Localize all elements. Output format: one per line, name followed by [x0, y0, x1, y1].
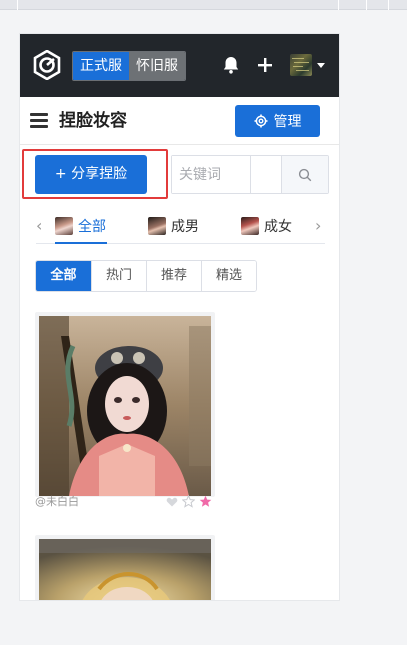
star-outline-icon[interactable]: [182, 495, 195, 508]
chevron-down-icon[interactable]: [316, 60, 326, 70]
top-navbar: 正式服 怀旧服: [20, 34, 339, 97]
chevron-right-icon[interactable]: ›: [315, 216, 321, 235]
category-thumbnail: [148, 217, 166, 235]
tab-label: 成女: [264, 219, 292, 235]
tab-classic-server[interactable]: 怀旧服: [129, 52, 185, 80]
logo-icon[interactable]: [32, 50, 62, 80]
card-actions: [166, 495, 212, 508]
filter-hot[interactable]: 热门: [91, 261, 146, 291]
avatar[interactable]: [290, 54, 312, 76]
face-card-image[interactable]: [39, 316, 211, 496]
tab-official-server[interactable]: 正式服: [73, 52, 129, 80]
gear-icon: [254, 114, 267, 128]
card-author: @未白白: [35, 495, 79, 508]
category-tabs: ‹ 全部 成男 成女 ›: [20, 208, 339, 244]
tab-label: 全部: [78, 219, 106, 235]
face-card-image[interactable]: [39, 539, 211, 601]
share-face-button[interactable]: + 分享捏脸: [35, 155, 147, 194]
tab-label: 成男: [171, 219, 199, 235]
strip-divider: [338, 0, 339, 10]
hamburger-menu-icon[interactable]: [30, 113, 48, 129]
app-panel: 正式服 怀旧服 捏脸妆容 管理 + 分享捏脸 关键词 ‹ 全部 成男 成女 › …: [19, 33, 340, 601]
star-filled-icon[interactable]: [199, 495, 212, 508]
server-switch: 正式服 怀旧服: [72, 51, 186, 81]
search-group: [171, 155, 329, 194]
search-input-spacer[interactable]: [250, 156, 281, 193]
active-tab-indicator: [55, 242, 107, 244]
filter-featured[interactable]: 精选: [201, 261, 256, 291]
manage-button-label: 管理: [273, 114, 302, 130]
tab-category-all[interactable]: 全部: [55, 214, 106, 238]
manage-button[interactable]: 管理: [235, 105, 320, 137]
filter-all[interactable]: 全部: [36, 261, 91, 291]
filter-recommended[interactable]: 推荐: [146, 261, 201, 291]
filter-group: 全部 热门 推荐 精选: [35, 260, 257, 292]
browser-top-strip: [0, 0, 407, 10]
page-title: 捏脸妆容: [59, 111, 127, 131]
strip-divider: [388, 0, 389, 10]
search-icon: [298, 168, 312, 181]
tab-category-female[interactable]: 成女: [241, 214, 292, 238]
strip-divider: [366, 0, 367, 10]
search-button[interactable]: [281, 156, 328, 193]
page-titlebar: 捏脸妆容 管理: [20, 97, 339, 145]
bell-icon[interactable]: [221, 55, 241, 75]
category-thumbnail: [55, 217, 73, 235]
tab-category-male[interactable]: 成男: [148, 214, 199, 238]
chevron-left-icon[interactable]: ‹: [36, 216, 42, 235]
user-menu[interactable]: [290, 54, 326, 76]
face-card[interactable]: [35, 535, 215, 601]
face-card[interactable]: @未白白: [35, 312, 215, 508]
plus-icon[interactable]: [255, 55, 275, 75]
strip-divider: [17, 0, 18, 10]
search-input[interactable]: [172, 156, 250, 193]
category-thumbnail: [241, 217, 259, 235]
heart-icon[interactable]: [166, 496, 178, 508]
